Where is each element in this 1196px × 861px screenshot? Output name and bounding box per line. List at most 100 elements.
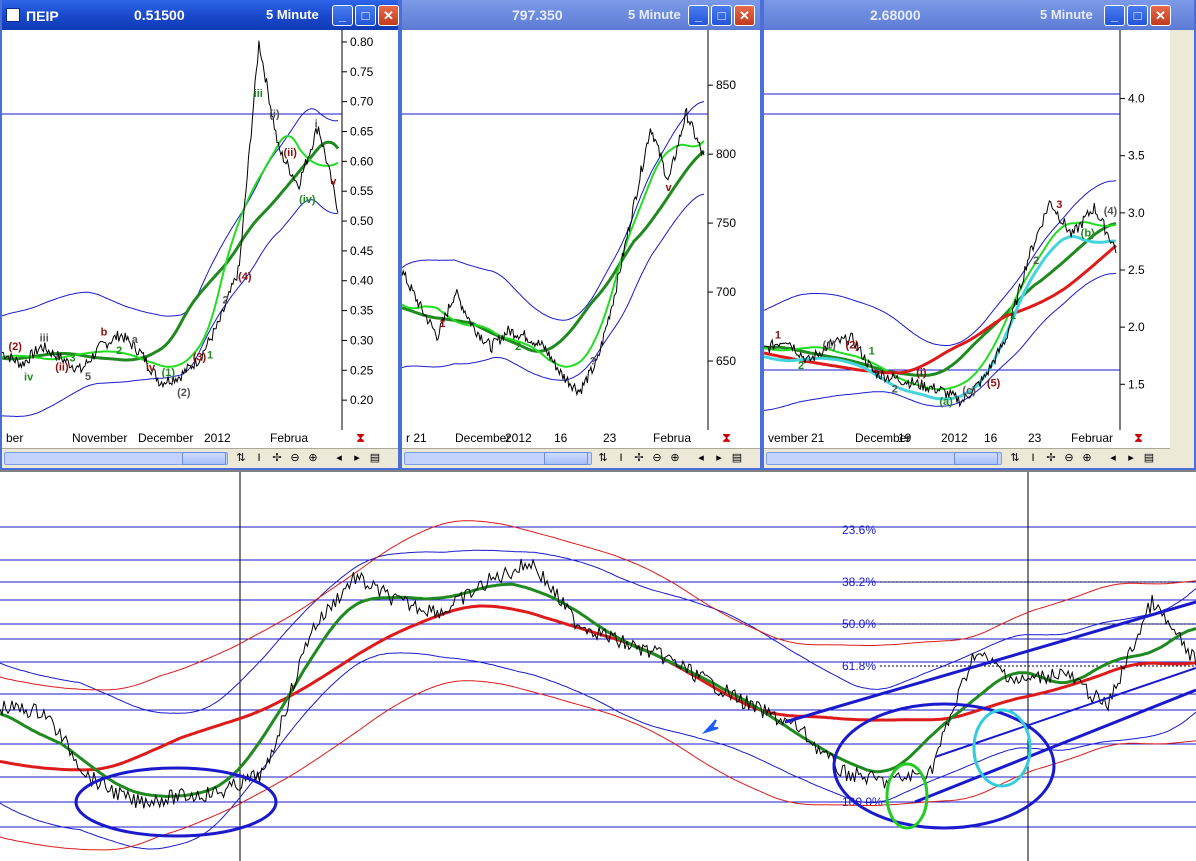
wave-label: 1 xyxy=(207,350,213,362)
window-title-bar-2[interactable]: 797.350 5 Minute _ □ ✕ xyxy=(402,0,760,30)
wave-label: (a) xyxy=(939,396,953,408)
y-tick-label: 0.70 xyxy=(350,95,374,109)
x-tick-label: Februa xyxy=(270,431,309,445)
y-tick-label: 0.25 xyxy=(350,363,374,377)
wave-label: (5) xyxy=(987,378,1001,390)
y-tick-label: 4.0 xyxy=(1128,92,1145,106)
fibonacci-label: 50.0% xyxy=(842,617,876,631)
close-button[interactable]: ✕ xyxy=(1150,5,1171,26)
wave-label: 3 xyxy=(69,353,75,365)
cursor-icon[interactable]: I xyxy=(1026,451,1040,466)
refresh-icon[interactable]: ⇅ xyxy=(234,451,248,466)
x-tick-label: Februar xyxy=(1071,431,1114,445)
maximize-button[interactable]: □ xyxy=(1127,5,1148,26)
y-axis-background xyxy=(1120,30,1174,430)
crosshair-icon[interactable]: ✢ xyxy=(270,451,284,466)
y-tick-label: 3.0 xyxy=(1128,206,1145,220)
wave-label: b xyxy=(101,327,108,339)
x-tick-label: Februa xyxy=(653,431,692,445)
wave-label: 1 xyxy=(439,318,445,330)
wave-label: (4) xyxy=(1104,205,1118,217)
close-button[interactable]: ✕ xyxy=(378,5,399,26)
wave-label: 2 xyxy=(1033,255,1039,267)
window-title-bar-3[interactable]: 2.68000 5 Minute _ □ ✕ xyxy=(764,0,1194,30)
x-tick-label: vember xyxy=(768,431,809,445)
y-tick-label: 850 xyxy=(716,78,736,92)
x-tick-label: December xyxy=(455,431,511,445)
x-tick-label: December xyxy=(138,431,194,445)
scroll-thumb[interactable] xyxy=(182,452,226,465)
y-tick-label: 0.35 xyxy=(350,304,374,318)
y-tick-label: 0.65 xyxy=(350,124,374,138)
zoom-out-icon[interactable]: ⊖ xyxy=(288,451,302,466)
zoom-in-icon[interactable]: ⊕ xyxy=(306,451,320,466)
cursor-icon[interactable]: I xyxy=(614,451,628,466)
y-tick-label: 700 xyxy=(716,285,736,299)
zoom-in-icon[interactable]: ⊕ xyxy=(1080,451,1094,466)
wave-label: (4) xyxy=(238,271,252,283)
scroll-right-icon[interactable]: ▸ xyxy=(350,451,364,466)
wave-label: (i) xyxy=(916,367,927,379)
zoom-out-icon[interactable]: ⊖ xyxy=(1062,451,1076,466)
crosshair-icon[interactable]: ✢ xyxy=(632,451,646,466)
wave-label: (i) xyxy=(269,109,280,121)
wave-label: 3 xyxy=(1056,199,1062,211)
main-chart-plot[interactable]: 23.6%38.2%50.0%61.8%100.0% xyxy=(0,472,1196,861)
scroll-left-icon[interactable]: ◂ xyxy=(332,451,346,466)
scroll-left-icon[interactable]: ◂ xyxy=(694,451,708,466)
scroll-thumb[interactable] xyxy=(544,452,588,465)
scroll-left-icon[interactable]: ◂ xyxy=(1106,451,1120,466)
window-price: 0.51500 xyxy=(134,7,185,23)
close-button[interactable]: ✕ xyxy=(734,5,755,26)
x-axis-1: ber November December 2012 Februa ⧗ xyxy=(2,430,398,448)
chart-plot-1[interactable]: 0.80 0.75 0.70 0.65 0.60 0.55 0.50 0.45 0.40 0.35… xyxy=(2,30,398,430)
refresh-icon[interactable]: ⇅ xyxy=(596,451,610,466)
panel-icon[interactable]: ▤ xyxy=(368,451,382,466)
x-axis-3: vember 21 December 19 2012 16 23 Februar ⧗ xyxy=(764,430,1170,448)
chart-plot-3[interactable]: 4.0 3.5 3.0 2.5 2.0 1.5 1 2 (1) (2) 1 2 (i) (a) (c) (5)… xyxy=(764,30,1174,430)
hourglass-icon[interactable]: ⧗ xyxy=(722,430,731,446)
y-tick-label: 0.80 xyxy=(350,35,374,49)
window-title-bar-1[interactable]: ΠΕΙΡ 0.51500 5 Minute _ □ ✕ xyxy=(2,0,399,30)
wave-label: (1) xyxy=(822,340,836,352)
x-axis-2: r 21 December 2012 16 23 Februa ⧗ xyxy=(402,430,760,448)
moving-average-short xyxy=(2,134,339,368)
bollinger-upper xyxy=(2,108,338,317)
scrollbar-1[interactable]: ⇅ I ✢ ⊖ ⊕ ◂ ▸ ▤ xyxy=(2,448,398,468)
y-tick-label: 800 xyxy=(716,147,736,161)
wave-label: i xyxy=(315,119,318,131)
panel-icon[interactable]: ▤ xyxy=(1142,451,1156,466)
scroll-thumb[interactable] xyxy=(954,452,998,465)
scrollbar-3[interactable]: ⇅ I ✢ ⊖ ⊕ ◂ ▸ ▤ xyxy=(764,448,1170,468)
x-tick-label: ber xyxy=(6,431,24,445)
refresh-icon[interactable]: ⇅ xyxy=(1008,451,1022,466)
wave-label: v xyxy=(330,176,337,188)
wave-label: ? xyxy=(590,356,597,368)
y-tick-label: 0.20 xyxy=(350,393,374,407)
minimize-button[interactable]: _ xyxy=(1104,5,1125,26)
scroll-right-icon[interactable]: ▸ xyxy=(712,451,726,466)
chart-window-3: 2.68000 5 Minute _ □ ✕ 4.0 3.5 3.0 2.5 2.0 1.… xyxy=(762,0,1196,470)
crosshair-icon[interactable]: ✢ xyxy=(1044,451,1058,466)
wave-label: iii xyxy=(254,88,263,100)
maximize-button[interactable]: □ xyxy=(711,5,732,26)
chart-plot-2[interactable]: 850 800 750 700 650 1 2? v xyxy=(402,30,760,430)
minimize-button[interactable]: _ xyxy=(332,5,353,26)
window-price: 797.350 xyxy=(512,7,563,23)
y-tick-label: 0.40 xyxy=(350,274,374,288)
cursor-icon[interactable]: I xyxy=(252,451,266,466)
wave-label: iv xyxy=(146,362,156,374)
panel-icon[interactable]: ▤ xyxy=(730,451,744,466)
hourglass-icon[interactable]: ⧗ xyxy=(1134,430,1143,446)
scroll-right-icon[interactable]: ▸ xyxy=(1124,451,1138,466)
vertical-scrollbar[interactable] xyxy=(1170,30,1194,468)
chart-window-2: 797.350 5 Minute _ □ ✕ 850 800 750 700 650 1 2… xyxy=(400,0,762,470)
zoom-out-icon[interactable]: ⊖ xyxy=(650,451,664,466)
wave-label: (ii) xyxy=(55,361,69,373)
moving-average-short xyxy=(402,140,705,368)
minimize-button[interactable]: _ xyxy=(688,5,709,26)
zoom-in-icon[interactable]: ⊕ xyxy=(668,451,682,466)
hourglass-icon[interactable]: ⧗ xyxy=(356,430,365,446)
scrollbar-2[interactable]: ⇅ I ✢ ⊖ ⊕ ◂ ▸ ▤ xyxy=(402,448,760,468)
maximize-button[interactable]: □ xyxy=(355,5,376,26)
